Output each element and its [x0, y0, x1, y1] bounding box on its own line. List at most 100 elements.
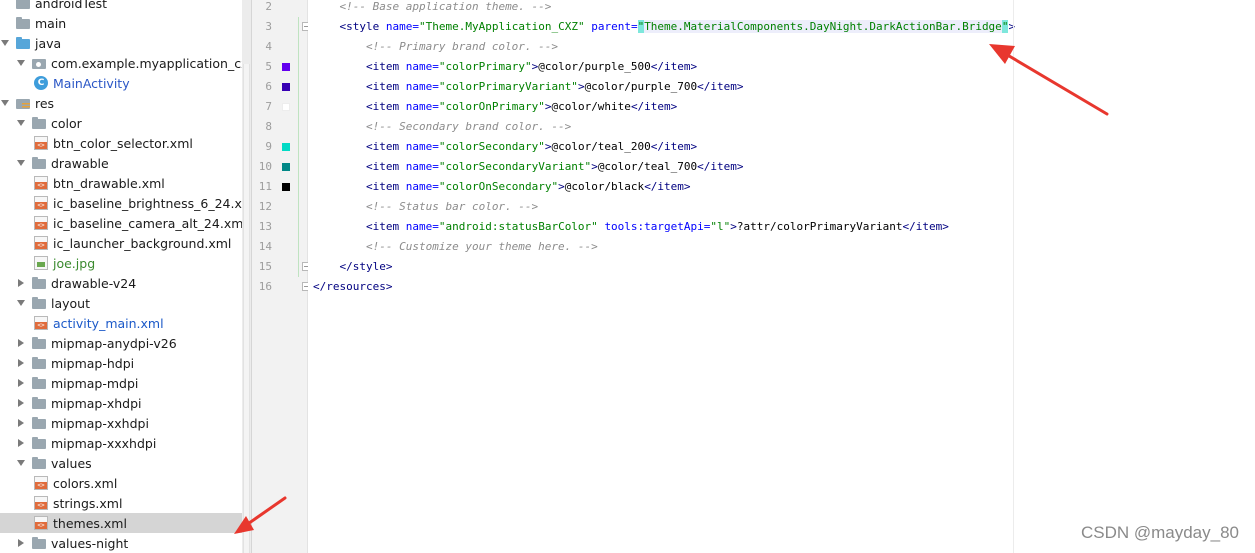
chevron-right-icon[interactable]: [16, 398, 26, 408]
tree-item-ic-launcher-background-xml[interactable]: ic_launcher_background.xml: [0, 233, 242, 253]
chevron-down-icon[interactable]: [0, 98, 10, 108]
line-number: 4: [265, 40, 272, 53]
tree-item-drawable-v24[interactable]: drawable-v24: [0, 273, 242, 293]
tree-item-label: color: [51, 115, 82, 131]
tree-item-label: btn_color_selector.xml: [53, 135, 193, 151]
tree-item-com-example-myapplication-cxz[interactable]: com.example.myapplication_cxz: [0, 53, 242, 73]
tree-item-label: colors.xml: [53, 475, 118, 491]
tree-item-drawable[interactable]: drawable: [0, 153, 242, 173]
tree-item-label: activity_main.xml: [53, 315, 164, 331]
chevron-right-icon[interactable]: [16, 438, 26, 448]
chevron-right-icon[interactable]: [16, 278, 26, 288]
chevron-down-icon[interactable]: [16, 458, 26, 468]
tree-item-activity-main-xml[interactable]: activity_main.xml: [0, 313, 242, 333]
chevron-right-icon[interactable]: [16, 338, 26, 348]
tree-item-btn-color-selector-xml[interactable]: btn_color_selector.xml: [0, 133, 242, 153]
line-number: 11: [258, 180, 272, 193]
color-swatch-icon[interactable]: [282, 83, 290, 91]
tree-item-layout[interactable]: layout: [0, 293, 242, 313]
chevron-down-icon[interactable]: [0, 38, 10, 48]
tree-item-color[interactable]: color: [0, 113, 242, 133]
code-line[interactable]: <item name="android:statusBarColor" tool…: [313, 217, 949, 237]
tree-item-java[interactable]: java: [0, 33, 242, 53]
xml-file-icon: [34, 216, 48, 230]
folder-icon: [32, 116, 46, 130]
color-swatch-icon[interactable]: [282, 103, 290, 111]
red-arrow-tree-icon: [234, 496, 287, 534]
tree-item-main[interactable]: main: [0, 13, 242, 33]
chevron-down-icon[interactable]: [16, 118, 26, 128]
code-line[interactable]: <item name="colorOnSecondary">@color/bla…: [313, 177, 691, 197]
tree-item-mipmap-xxxhdpi[interactable]: mipmap-xxxhdpi: [0, 433, 242, 453]
tree-item-mainactivity[interactable]: MainActivity: [0, 73, 242, 93]
folder-icon: [32, 156, 46, 170]
code-line[interactable]: <item name="colorSecondary">@color/teal_…: [313, 137, 697, 157]
line-number: 12: [258, 200, 272, 213]
project-tree: androidTest main java com.example.myapplica…: [0, 0, 242, 553]
code-line[interactable]: <!-- Status bar color. -->: [313, 197, 538, 217]
xml-file-icon: [34, 476, 48, 490]
tree-item-label: drawable: [51, 155, 109, 171]
color-swatch-icon[interactable]: [282, 183, 290, 191]
chevron-down-icon[interactable]: [16, 298, 26, 308]
code-line[interactable]: <item name="colorPrimary">@color/purple_…: [313, 57, 697, 77]
chevron-down-icon[interactable]: [16, 58, 26, 68]
chevron-right-icon[interactable]: [16, 378, 26, 388]
code-line[interactable]: <style name="Theme.MyApplication_CXZ" pa…: [313, 17, 1015, 37]
color-swatch-icon[interactable]: [282, 163, 290, 171]
chevron-right-icon[interactable]: [16, 538, 26, 548]
code-line[interactable]: <!-- Base application theme. -->: [313, 0, 552, 17]
tree-item-label: MainActivity: [53, 75, 130, 91]
tree-item-label: mipmap-xhdpi: [51, 395, 142, 411]
code-line[interactable]: <!-- Primary brand color. -->: [313, 37, 558, 57]
code-line[interactable]: <item name="colorOnPrimary">@color/white…: [313, 97, 677, 117]
tree-item-values-night[interactable]: values-night: [0, 533, 242, 553]
line-number: 13: [258, 220, 272, 233]
tree-item-strings-xml[interactable]: strings.xml: [0, 493, 242, 513]
tree-scrollbar-thumb[interactable]: [243, 64, 250, 553]
folder-icon: [16, 0, 30, 10]
line-number: 2: [265, 0, 272, 13]
editor-gutter: 2 3 4 5 6 7 8 9 10 11 12 13 14 15 16: [252, 0, 311, 553]
folder-icon: [32, 396, 46, 410]
tree-item-values[interactable]: values: [0, 453, 242, 473]
color-swatch-icon[interactable]: [282, 63, 290, 71]
code-line[interactable]: <!-- Secondary brand color. -->: [313, 117, 571, 137]
folder-icon: [32, 436, 46, 450]
tree-item-label: java: [35, 35, 62, 51]
watermark: CSDN @mayday_80: [1080, 523, 1239, 542]
tree-item-btn-drawable-xml[interactable]: btn_drawable.xml: [0, 173, 242, 193]
tree-item-ic-baseline-camera-alt-24-xml[interactable]: ic_baseline_camera_alt_24.xml: [0, 213, 242, 233]
code-line[interactable]: <item name="colorSecondaryVariant">@colo…: [313, 157, 744, 177]
tree-item-mipmap-xhdpi[interactable]: mipmap-xhdpi: [0, 393, 242, 413]
tree-item-label: androidTest: [35, 0, 108, 11]
folder-icon: [32, 376, 46, 390]
tree-item-label: strings.xml: [53, 495, 123, 511]
tree-item-label: mipmap-mdpi: [51, 375, 139, 391]
line-number: 10: [258, 160, 272, 173]
tree-item-joe-jpg[interactable]: joe.jpg: [0, 253, 242, 273]
tree-item-label: com.example.myapplication_cxz: [51, 55, 242, 71]
tree-item-mipmap-anydpi-v26[interactable]: mipmap-anydpi-v26: [0, 333, 242, 353]
code-line[interactable]: <!-- Customize your theme here. -->: [313, 237, 598, 257]
tree-item-label: main: [35, 15, 67, 31]
color-swatch-icon[interactable]: [282, 143, 290, 151]
tree-scrollbar[interactable]: [242, 0, 251, 553]
folder-icon: [32, 276, 46, 290]
code-line[interactable]: <item name="colorPrimaryVariant">@color/…: [313, 77, 744, 97]
tree-item-mipmap-xxhdpi[interactable]: mipmap-xxhdpi: [0, 413, 242, 433]
tree-item-themes-xml[interactable]: themes.xml: [0, 513, 242, 533]
tree-item-mipmap-mdpi[interactable]: mipmap-mdpi: [0, 373, 242, 393]
tree-item-androidtest[interactable]: androidTest: [0, 0, 242, 13]
tree-item-label: mipmap-xxxhdpi: [51, 435, 157, 451]
tree-item-ic-baseline-brightness-6-24-xml[interactable]: ic_baseline_brightness_6_24.xml: [0, 193, 242, 213]
folder-icon: [16, 16, 30, 30]
chevron-right-icon[interactable]: [16, 358, 26, 368]
tree-item-res[interactable]: res: [0, 93, 242, 113]
tree-item-mipmap-hdpi[interactable]: mipmap-hdpi: [0, 353, 242, 373]
chevron-right-icon[interactable]: [16, 418, 26, 428]
code-line[interactable]: </resources>: [313, 277, 392, 297]
code-line[interactable]: </style>: [313, 257, 393, 277]
chevron-down-icon[interactable]: [16, 158, 26, 168]
tree-item-colors-xml[interactable]: colors.xml: [0, 473, 242, 493]
